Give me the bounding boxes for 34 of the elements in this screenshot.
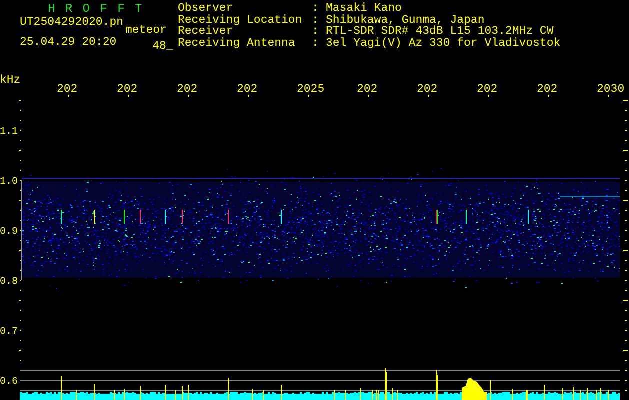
info-label: Receiving Antenna xyxy=(178,38,296,49)
count-value: 48_ xyxy=(152,41,174,53)
file-name: UT2504292020.pn xyxy=(20,17,124,31)
time-label: 202 xyxy=(177,83,198,96)
time-label: 202 xyxy=(417,83,438,96)
separator: : xyxy=(312,26,320,38)
time-label: 202 xyxy=(117,83,138,96)
frequency-label: 1.0 xyxy=(0,177,18,188)
time-label: 202 xyxy=(477,83,498,96)
frequency-label: 0.6 xyxy=(0,377,18,388)
info-value: Masaki Kano xyxy=(326,3,403,14)
info-value: RTL-SDR SDR# 43dB L15 103.2MHz CW xyxy=(326,26,554,38)
time-label: 2025 xyxy=(297,83,325,96)
frequency-label: 0.9 xyxy=(0,227,18,238)
app-title: H R O F F T xyxy=(47,3,144,16)
time-label: 202 xyxy=(537,83,558,96)
info-label: Receiver xyxy=(178,26,234,38)
time-label: 2030 xyxy=(597,83,625,96)
frequency-label: 0.7 xyxy=(0,327,18,338)
info-label: Observer xyxy=(178,3,234,14)
time-label: 202 xyxy=(357,83,378,96)
time-label: 202 xyxy=(237,83,258,96)
separator: : xyxy=(312,38,320,49)
info-value: 3el Yagi(V) Az 330 for Vladivostok xyxy=(326,38,561,49)
unit-label: kHz xyxy=(0,74,21,87)
info-value: Shibukawa, Gunma, Japan xyxy=(326,14,485,26)
separator: : xyxy=(312,14,320,26)
file-suffix: meteor xyxy=(126,25,167,37)
frequency-label: 1.1 xyxy=(0,127,18,138)
separator: : xyxy=(312,3,320,14)
time-label: 202 xyxy=(57,83,78,96)
frequency-label: 0.8 xyxy=(0,277,18,288)
timestamp: 25.04.29 20:20 xyxy=(20,37,117,51)
info-label: Receiving Location xyxy=(178,14,304,26)
